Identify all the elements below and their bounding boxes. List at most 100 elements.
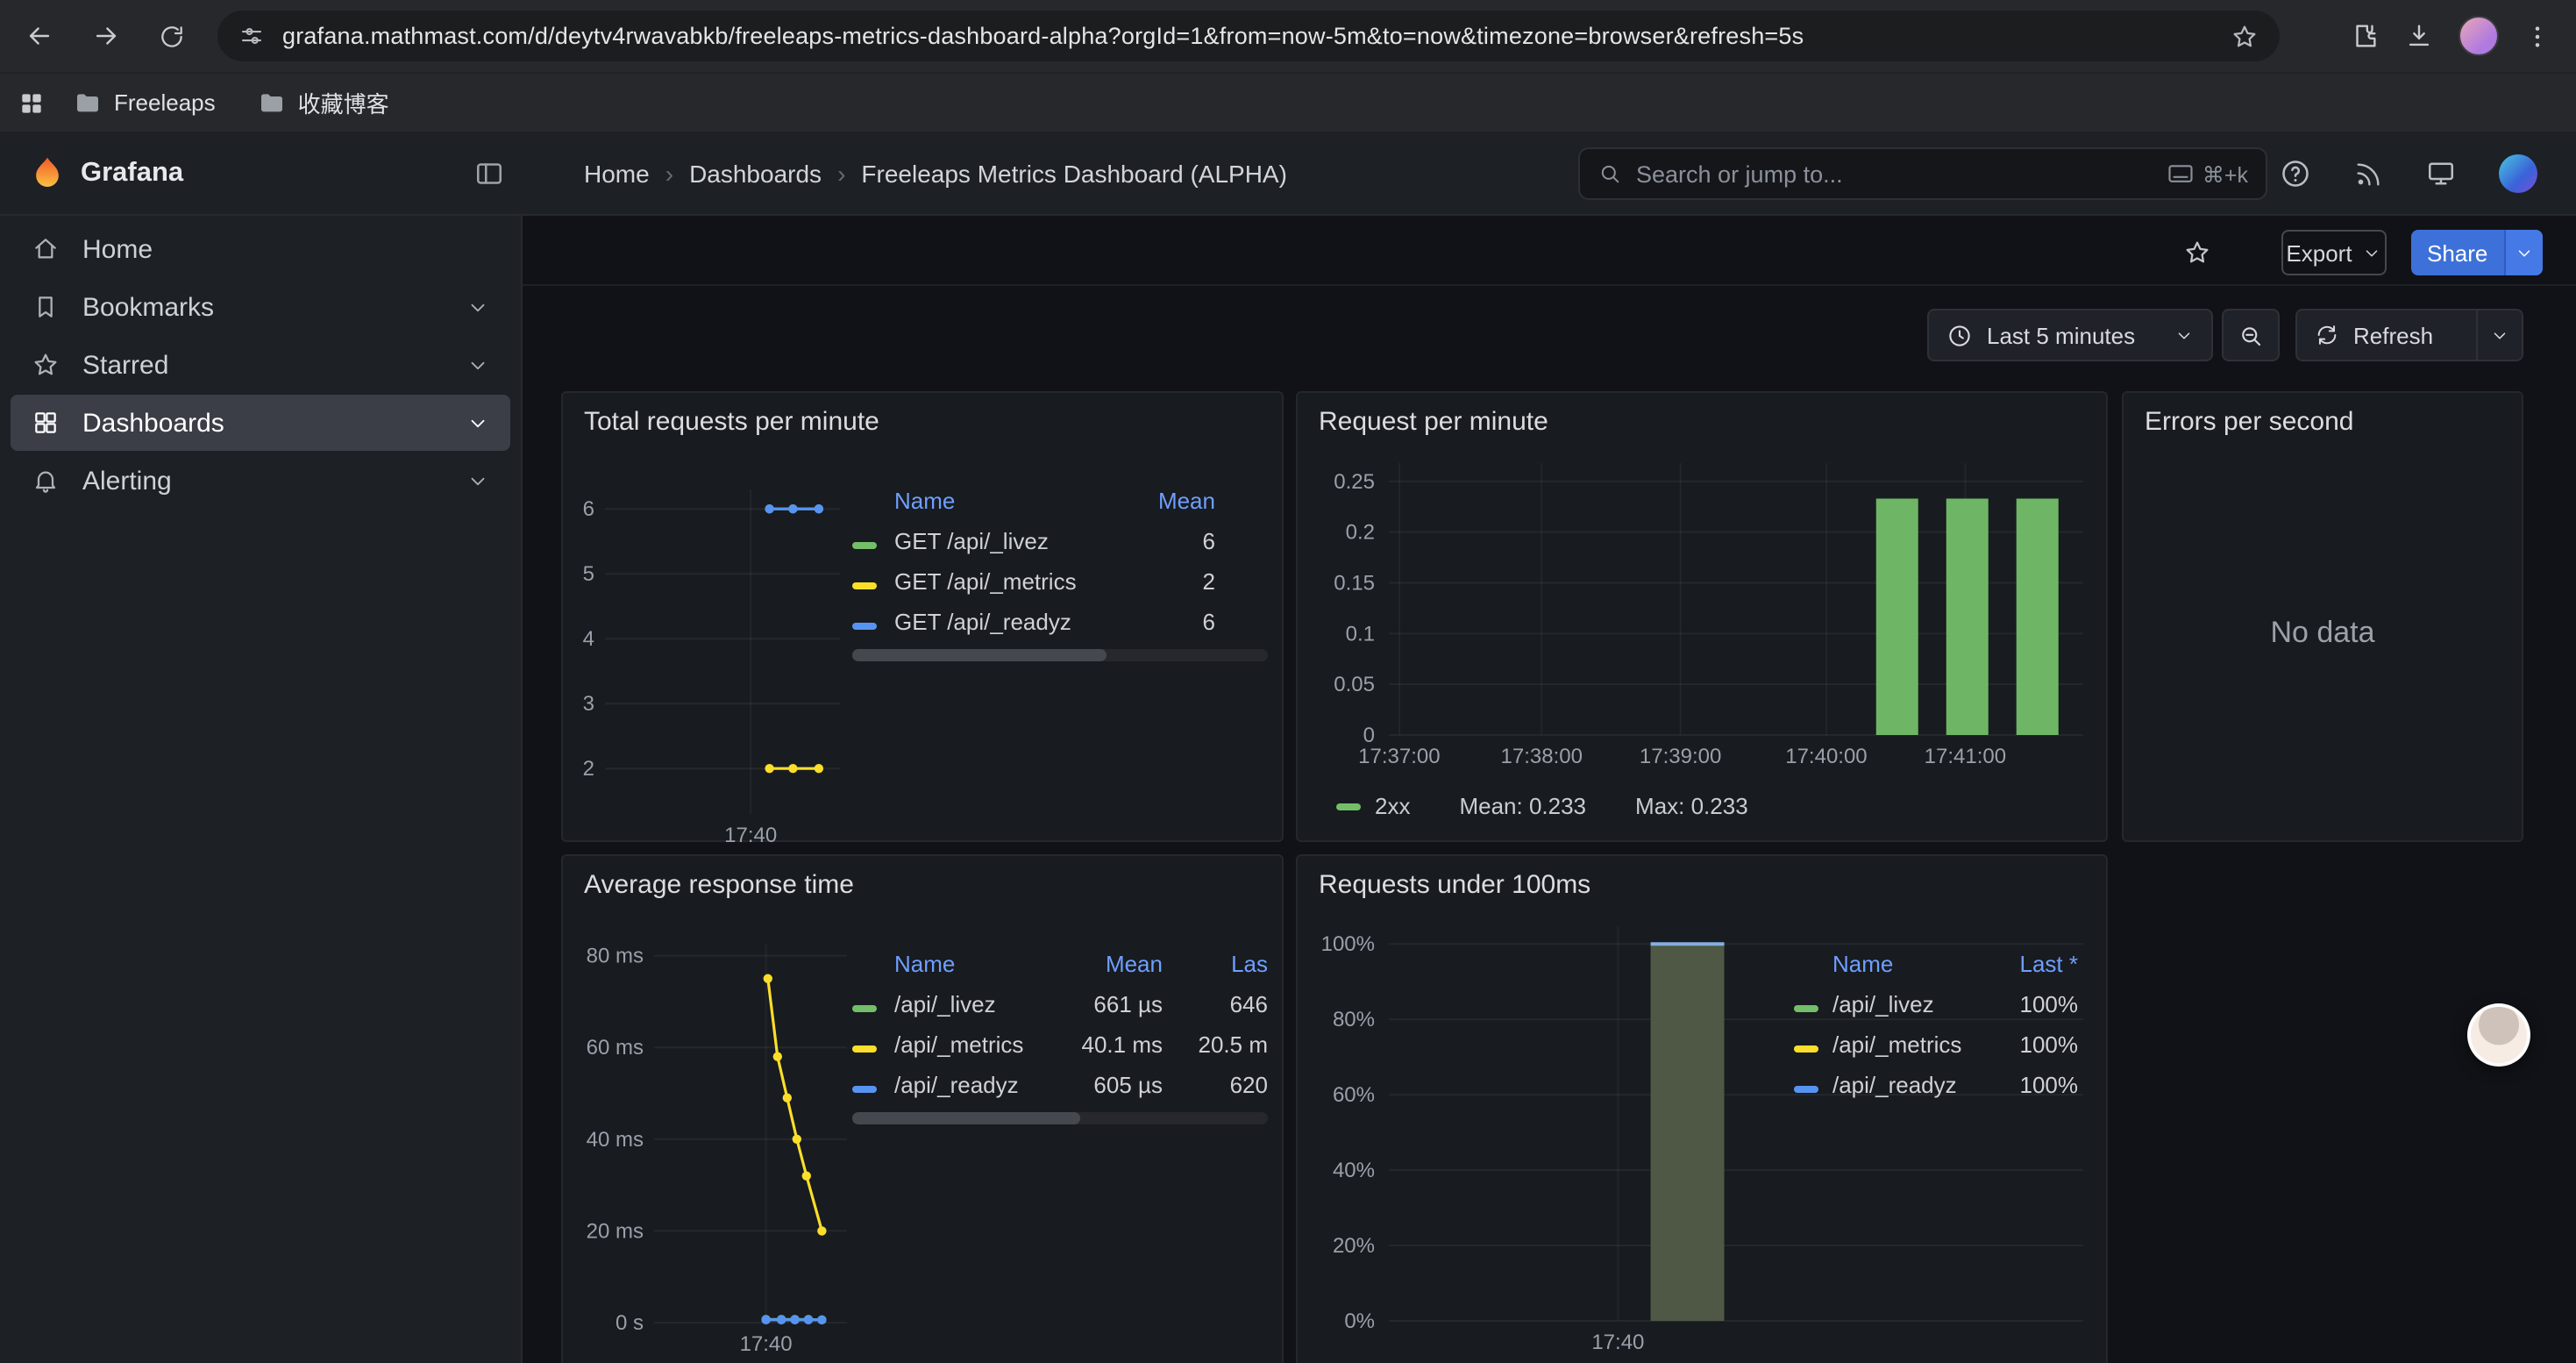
reload-icon[interactable] [144, 8, 200, 64]
legend-row[interactable]: GET /api/_metrics 2 [852, 561, 1268, 602]
series-name[interactable]: 2xx [1375, 793, 1410, 819]
legend-header-last[interactable]: Las [1163, 951, 1268, 977]
series-last: 100% [1990, 991, 2078, 1017]
sidebar-nav: Home Bookmarks Starred [0, 216, 523, 1363]
bookmark-label: Freeleaps [114, 89, 216, 116]
legend-scrollbar-thumb[interactable] [852, 649, 1107, 661]
clock-icon [1946, 322, 1973, 348]
sidebar-item-label: Bookmarks [82, 292, 214, 322]
toolbar-right [2350, 0, 2576, 72]
breadcrumb-home[interactable]: Home [584, 160, 650, 188]
series-name[interactable]: /api/_livez [894, 991, 1054, 1017]
legend-table: Name Mean GET /api/_livez 6 GET /api/_me… [852, 481, 1268, 642]
under-100ms-chart[interactable]: 100%80%60%40%20%0%17:40 [1298, 856, 2110, 1363]
url-text[interactable]: grafana.mathmast.com/d/deytv4rwavabkb/fr… [282, 23, 2213, 49]
legend-row[interactable]: /api/_livez 661 µs 646 [852, 984, 1268, 1024]
refresh-icon [2315, 323, 2339, 347]
breadcrumb: Home › Dashboards › Freeleaps Metrics Da… [584, 132, 1287, 216]
sidebar-item-starred[interactable]: Starred [11, 337, 510, 393]
chevron-down-icon[interactable] [466, 296, 489, 318]
refresh-interval-dropdown-icon[interactable] [2476, 310, 2522, 360]
assistant-avatar-button[interactable] [2467, 1003, 2530, 1067]
monitor-icon[interactable] [2425, 158, 2457, 189]
zoom-out-button[interactable] [2222, 309, 2280, 361]
legend-row[interactable]: /api/_metrics 100% [1794, 1024, 2078, 1065]
toggle-sidebar-icon[interactable] [473, 158, 505, 189]
legend-row[interactable]: /api/_readyz 100% [1794, 1065, 2078, 1105]
share-button[interactable]: Share [2411, 230, 2542, 275]
breadcrumb-dashboards[interactable]: Dashboards [689, 160, 822, 188]
svg-text:17:39:00: 17:39:00 [1640, 745, 1721, 768]
apps-grid-icon[interactable] [18, 89, 46, 117]
refresh-button[interactable]: Refresh [2295, 309, 2523, 361]
legend-row[interactable]: /api/_metrics 40.1 ms 20.5 m [852, 1024, 1268, 1065]
sidebar-item-home[interactable]: Home [11, 221, 510, 277]
legend-row[interactable]: GET /api/_readyz 6 [852, 602, 1268, 642]
address-bar[interactable]: grafana.mathmast.com/d/deytv4rwavabkb/fr… [217, 11, 2280, 61]
dashboards-grid-icon [32, 409, 60, 437]
svg-text:100%: 100% [1321, 932, 1375, 956]
avg-response-time-chart[interactable]: 80 ms60 ms40 ms20 ms0 s17:40 [563, 856, 1285, 1363]
legend-header-name[interactable]: Name [1832, 951, 1990, 977]
grafana-logo-icon[interactable] [28, 154, 67, 193]
time-range-picker[interactable]: Last 5 minutes [1927, 309, 2213, 361]
panel-under-100ms: Requests under 100ms 100%80%60%40%20%0%1… [1296, 854, 2108, 1363]
series-name[interactable]: GET /api/_livez [894, 528, 1124, 554]
legend-scrollbar[interactable] [852, 649, 1268, 661]
site-settings-icon[interactable] [238, 23, 265, 49]
legend-scrollbar-thumb[interactable] [852, 1112, 1080, 1124]
legend-header-mean[interactable]: Mean [1124, 488, 1215, 514]
forward-icon[interactable] [77, 8, 133, 64]
series-name[interactable]: /api/_livez [1832, 991, 1990, 1017]
series-name[interactable]: /api/_readyz [894, 1072, 1054, 1098]
bookmark-star-icon[interactable] [2231, 22, 2259, 50]
series-name[interactable]: /api/_metrics [1832, 1031, 1990, 1058]
zoom-out-icon [2238, 322, 2264, 348]
menu-kebab-icon[interactable] [2523, 22, 2551, 50]
favorite-star-icon[interactable] [2183, 239, 2211, 267]
series-name[interactable]: GET /api/_metrics [894, 568, 1124, 595]
bookmark-folder-blogs[interactable]: 收藏博客 [244, 79, 403, 126]
export-button[interactable]: Export [2281, 230, 2387, 275]
series-name[interactable]: /api/_readyz [1832, 1072, 1990, 1098]
sidebar-item-dashboards[interactable]: Dashboards [11, 395, 510, 451]
legend-row[interactable]: /api/_livez 100% [1794, 984, 2078, 1024]
news-rss-icon[interactable] [2353, 159, 2383, 189]
search-input[interactable]: Search or jump to... ⌘+k [1578, 147, 2267, 200]
app-header: Grafana Home › Dashboards › Freeleaps Me… [0, 132, 2576, 216]
svg-text:20%: 20% [1333, 1234, 1375, 1258]
svg-text:0.05: 0.05 [1334, 673, 1375, 696]
chevron-down-icon[interactable] [466, 353, 489, 376]
svg-text:17:40: 17:40 [1591, 1331, 1644, 1354]
legend-row[interactable]: /api/_readyz 605 µs 620 [852, 1065, 1268, 1105]
sidebar-item-bookmarks[interactable]: Bookmarks [11, 279, 510, 335]
chevron-down-icon[interactable] [466, 469, 489, 492]
dashboard-canvas: Export Share Last 5 minutes [523, 216, 2576, 1363]
series-last: 646 [1163, 991, 1268, 1017]
legend-header: Name Mean Las [852, 944, 1268, 984]
svg-text:17:38:00: 17:38:00 [1501, 745, 1583, 768]
legend-header-mean[interactable]: Mean [1054, 951, 1163, 977]
sidebar-item-label: Starred [82, 350, 168, 380]
extensions-icon[interactable] [2350, 21, 2380, 51]
series-name[interactable]: /api/_metrics [894, 1031, 1054, 1058]
sidebar-item-alerting[interactable]: Alerting [11, 453, 510, 509]
series-color-dash [852, 542, 877, 549]
bookmark-folder-freeleaps[interactable]: Freeleaps [60, 82, 230, 124]
series-name[interactable]: GET /api/_readyz [894, 609, 1124, 635]
legend-scrollbar[interactable] [852, 1112, 1268, 1124]
legend-row[interactable]: GET /api/_livez 6 [852, 521, 1268, 561]
request-per-minute-chart[interactable]: 0.250.20.150.10.05017:37:0017:38:0017:39… [1298, 393, 2110, 844]
chevron-down-icon[interactable] [466, 411, 489, 434]
downloads-icon[interactable] [2404, 21, 2434, 51]
legend-header-name[interactable]: Name [894, 951, 1054, 977]
user-avatar[interactable] [2499, 154, 2537, 193]
help-icon[interactable] [2280, 158, 2311, 189]
legend-header-name[interactable]: Name [894, 488, 1124, 514]
svg-text:2: 2 [583, 757, 594, 781]
search-placeholder: Search or jump to... [1636, 161, 1843, 187]
legend-header-last[interactable]: Last * [1990, 951, 2078, 977]
browser-profile-avatar[interactable] [2459, 16, 2499, 56]
share-dropdown-icon[interactable] [2503, 230, 2542, 275]
back-icon[interactable] [11, 8, 67, 64]
